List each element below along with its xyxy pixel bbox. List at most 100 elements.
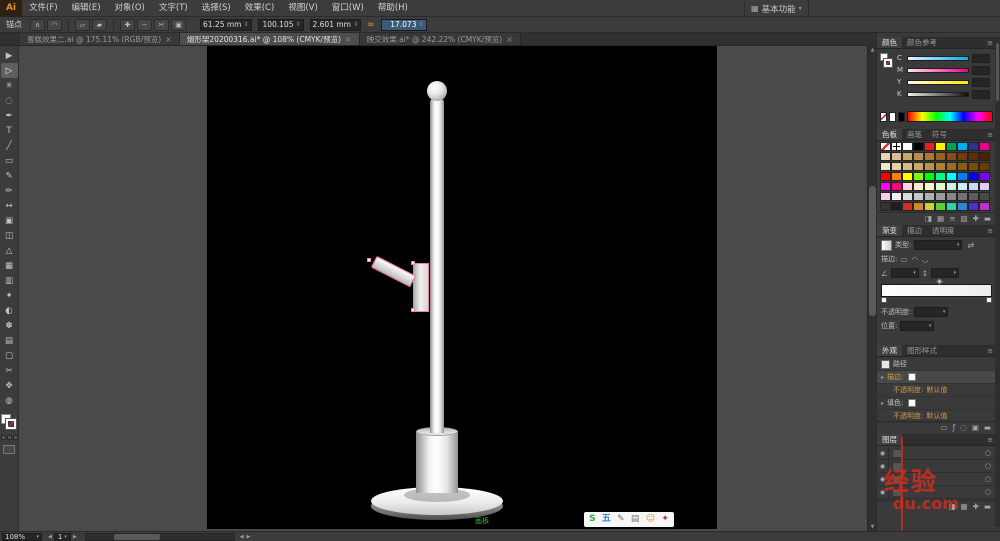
white-swatch[interactable] xyxy=(889,112,896,122)
swatch-26[interactable] xyxy=(935,162,946,171)
swatch-61[interactable] xyxy=(880,202,891,211)
menu-select[interactable]: 选择(S) xyxy=(195,0,238,17)
target-icon[interactable]: ○ xyxy=(985,475,991,483)
horizontal-scrollbar[interactable] xyxy=(85,533,235,541)
artboard-select[interactable]: 1 ▾ xyxy=(54,533,71,541)
delete-layer-icon[interactable]: ▬ xyxy=(984,502,991,511)
gradient-opacity-field[interactable]: ▾ xyxy=(914,307,948,317)
gradient-type-select[interactable]: ▾ xyxy=(914,240,962,250)
swatch-38[interactable] xyxy=(957,172,968,181)
swatch-48[interactable] xyxy=(957,182,968,191)
slider-bar[interactable] xyxy=(907,80,969,85)
anchor-point[interactable] xyxy=(411,261,415,265)
swatch-9[interactable] xyxy=(968,142,979,151)
fill-stroke-indicator[interactable] xyxy=(1,414,17,430)
bracket-arm[interactable] xyxy=(371,256,416,288)
gradient-along-stroke-icon[interactable]: ◠ xyxy=(911,255,918,264)
hand-tool[interactable]: ✥ xyxy=(1,378,18,393)
swatch-70[interactable] xyxy=(979,202,990,211)
wubi-mode-icon[interactable]: 五 xyxy=(602,512,611,527)
add-anchor-icon[interactable]: ✚ xyxy=(120,19,135,31)
menu-object[interactable]: 对象(O) xyxy=(108,0,152,17)
pen-tool[interactable]: ✒ xyxy=(1,108,18,123)
free-transform-tool[interactable]: ▣ xyxy=(1,213,18,228)
stroke-swatch[interactable] xyxy=(884,59,892,67)
swatches-tab-1[interactable]: 色板 xyxy=(877,129,902,140)
mesh-tool[interactable]: ▦ xyxy=(1,258,18,273)
menu-help[interactable]: 帮助(H) xyxy=(371,0,415,17)
toolbox-icon[interactable]: ✦ xyxy=(661,512,669,527)
artboard[interactable]: 画板 S五✎▤☺✦ xyxy=(207,46,717,529)
swatch-13[interactable] xyxy=(902,152,913,161)
slider-value-field[interactable] xyxy=(972,66,990,75)
gradient-midpoint[interactable] xyxy=(935,278,942,285)
pencil-tool[interactable]: ✏ xyxy=(1,183,18,198)
sogou-logo-icon[interactable]: S xyxy=(589,512,595,527)
gradient-slider[interactable] xyxy=(881,284,992,297)
color-mode-button[interactable] xyxy=(1,435,6,440)
gradient-tab-2[interactable]: 描边 xyxy=(902,225,927,236)
gradient-tab-3[interactable]: 透明度 xyxy=(927,225,960,236)
swatch-56[interactable] xyxy=(935,192,946,201)
swatch-45[interactable] xyxy=(924,182,935,191)
swatch-67[interactable] xyxy=(946,202,957,211)
swatch-33[interactable] xyxy=(902,172,913,181)
delete-swatch-icon[interactable]: ▬ xyxy=(984,214,991,223)
gradient-stop-right[interactable] xyxy=(986,297,992,303)
swatch-35[interactable] xyxy=(924,172,935,181)
swatch-1[interactable] xyxy=(880,142,891,151)
swatch-3[interactable] xyxy=(902,142,913,151)
swatch-kinds-icon[interactable]: ▦ xyxy=(937,214,944,223)
ime-toolbar[interactable]: S五✎▤☺✦ xyxy=(584,512,674,527)
swatch-21[interactable] xyxy=(880,162,891,171)
swatch-27[interactable] xyxy=(946,162,957,171)
swatch-66[interactable] xyxy=(935,202,946,211)
scrollbar-thumb[interactable] xyxy=(114,534,160,540)
swatch-22[interactable] xyxy=(891,162,902,171)
flagpole-pole[interactable] xyxy=(430,99,444,433)
gradient-location-field[interactable]: ▾ xyxy=(900,321,934,331)
new-layer-icon[interactable]: ✚ xyxy=(973,502,979,511)
lasso-tool[interactable]: ◌ xyxy=(1,93,18,108)
slice-tool[interactable]: ✂ xyxy=(1,363,18,378)
y-field[interactable]: 100.105⇕ xyxy=(258,19,304,31)
prev-artboard-button[interactable]: ◀ xyxy=(48,534,52,540)
appearance-tab-2[interactable]: 图形样式 xyxy=(902,345,942,356)
appearance-tab-1[interactable]: 外观 xyxy=(877,345,902,356)
menu-window[interactable]: 窗口(W) xyxy=(325,0,371,17)
new-stroke-icon[interactable]: ▭ xyxy=(941,423,948,432)
swatch-59[interactable] xyxy=(968,192,979,201)
swatch-41[interactable] xyxy=(880,182,891,191)
stroke-opacity-value[interactable]: 默认值 xyxy=(926,385,947,395)
canvas[interactable]: 画板 S五✎▤☺✦ ▲ ▼ xyxy=(19,46,876,531)
swatch-8[interactable] xyxy=(957,142,968,151)
swatch-34[interactable] xyxy=(913,172,924,181)
swatch-54[interactable] xyxy=(913,192,924,201)
swatch-24[interactable] xyxy=(913,162,924,171)
type-tool[interactable]: T xyxy=(1,123,18,138)
color-tab-1[interactable]: 颜色 xyxy=(877,37,902,48)
handles-hide-icon[interactable]: ▰ xyxy=(92,19,107,31)
bracket-plate[interactable] xyxy=(413,263,429,312)
menu-file[interactable]: 文件(F) xyxy=(22,0,65,17)
none-mode-button[interactable] xyxy=(13,435,18,440)
doc-tab-3[interactable]: 映交效果.ai* @ 242.22% (CMYK/预览)× xyxy=(360,33,521,45)
menu-edit[interactable]: 编辑(E) xyxy=(65,0,108,17)
scroll-down-icon[interactable]: ▼ xyxy=(868,523,876,531)
black-swatch[interactable] xyxy=(898,112,905,122)
gradient-stop-left[interactable] xyxy=(881,297,887,303)
vertical-scrollbar[interactable]: ▲ ▼ xyxy=(867,46,876,531)
stroke-swatch[interactable] xyxy=(6,419,16,429)
swatch-7[interactable] xyxy=(946,142,957,151)
gradient-across-stroke-icon[interactable]: ◡ xyxy=(922,255,929,264)
expand-icon[interactable]: ▸ xyxy=(881,400,884,407)
fill-color-swatch[interactable] xyxy=(908,399,916,407)
appearance-row-stroke-opacity[interactable]: 不透明度: 默认值 xyxy=(877,384,996,397)
menu-view[interactable]: 视图(V) xyxy=(281,0,324,17)
gradient-mode-button[interactable] xyxy=(7,435,12,440)
close-icon[interactable]: × xyxy=(165,35,172,44)
swatch-options-icon[interactable]: ≡ xyxy=(949,214,955,223)
direct-selection-tool[interactable]: ▷ xyxy=(1,63,18,78)
swatch-30[interactable] xyxy=(979,162,990,171)
reverse-gradient-icon[interactable]: ⇄ xyxy=(967,241,974,250)
